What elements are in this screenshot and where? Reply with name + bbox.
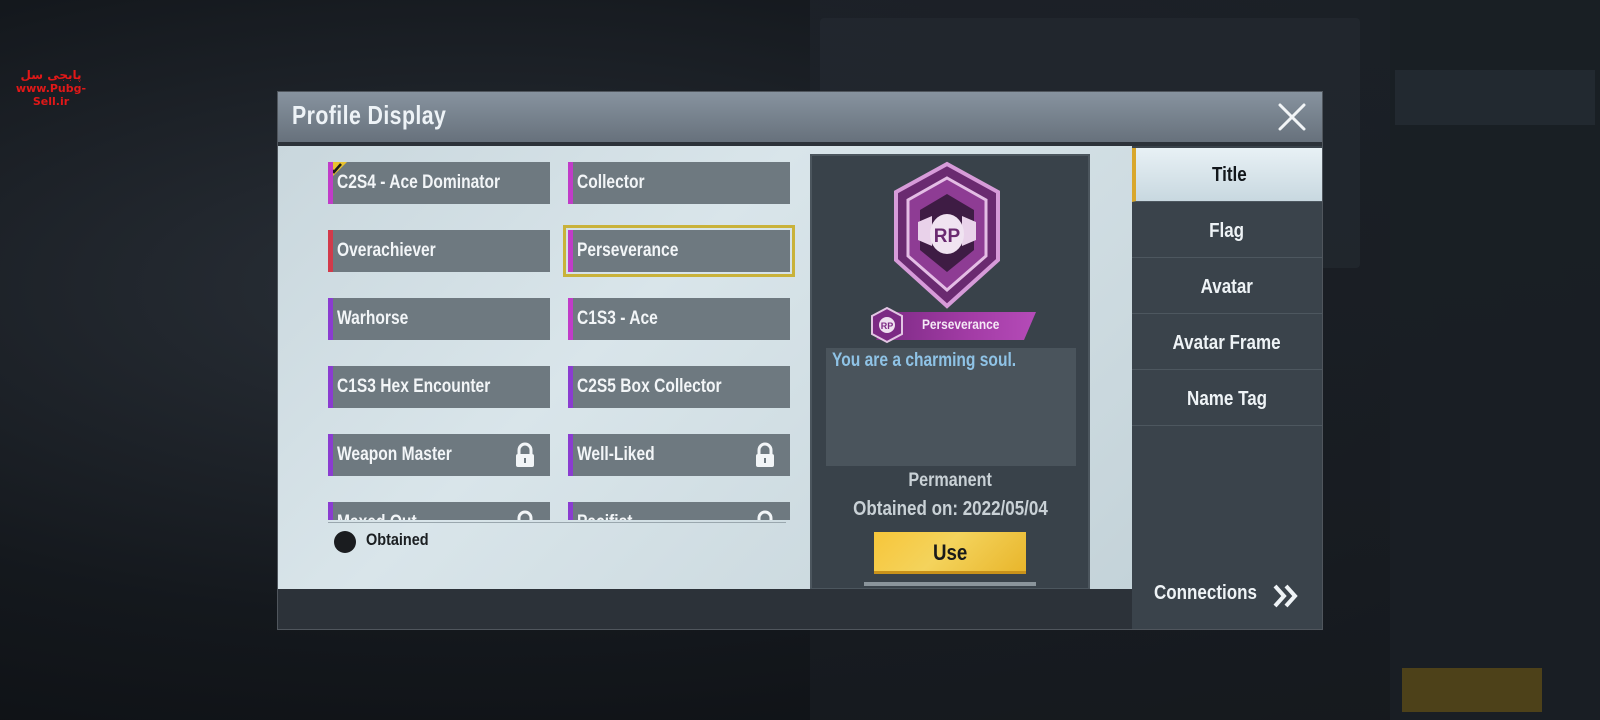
obtained-dot-icon: [334, 531, 356, 553]
profile-display-dialog: Profile Display C2S4 - Ace Dominator Coll…: [278, 92, 1322, 629]
title-item[interactable]: Perseverance: [563, 225, 795, 277]
tab-label: Flag: [1209, 220, 1245, 242]
duration-label: Permanent: [810, 470, 1090, 492]
use-button-label: Use: [932, 540, 968, 565]
tab-name-tag[interactable]: Name Tag: [1132, 372, 1322, 426]
title-item-label: Maxed Out: [337, 502, 417, 520]
lock-icon: [517, 510, 533, 520]
title-item[interactable]: Weapon Master: [328, 434, 550, 476]
title-item-label: Warhorse: [337, 308, 409, 329]
title-item[interactable]: Warhorse: [328, 298, 550, 340]
watermark: پابجی سل www.Pubg-Sell.ir: [2, 68, 100, 108]
title-item-label: Collector: [577, 172, 645, 193]
title-item[interactable]: C2S4 - Ace Dominator: [328, 162, 550, 204]
tab-label: Avatar Frame: [1172, 332, 1282, 354]
close-button[interactable]: [1274, 99, 1310, 135]
rp-badge-icon: RP: [894, 161, 1000, 309]
mini-badge-text: RP: [881, 321, 894, 331]
use-button[interactable]: Use: [874, 532, 1026, 574]
tab-label: Title: [1211, 164, 1247, 186]
tab-title[interactable]: Title: [1132, 148, 1322, 202]
title-item-label: C2S5 Box Collector: [577, 376, 722, 397]
title-item[interactable]: Well-Liked: [568, 434, 790, 476]
dialog-footer: [278, 589, 1132, 629]
title-item[interactable]: C1S3 Hex Encounter: [328, 366, 550, 408]
title-item-label: Well-Liked: [577, 444, 655, 465]
obtained-date: Obtained on: 2022/05/04: [810, 498, 1090, 521]
title-item-label: Weapon Master: [337, 444, 452, 465]
obtained-text: Obtained on: 2022/05/04: [852, 498, 1048, 520]
tab-label: Name Tag: [1186, 388, 1267, 410]
dialog-title: Profile Display: [292, 100, 447, 130]
titles-list[interactable]: C2S4 - Ace Dominator Collector Overachieve…: [328, 158, 798, 520]
title-item-label: Perseverance: [577, 240, 679, 261]
preview-scroll-bar: [864, 582, 1036, 586]
title-item[interactable]: C2S5 Box Collector: [568, 366, 790, 408]
list-divider: [328, 522, 786, 523]
title-item[interactable]: Maxed Out: [328, 502, 550, 520]
watermark-text: پابجی سل: [20, 68, 82, 82]
titles-content: C2S4 - Ace Dominator Collector Overachieve…: [278, 146, 1132, 590]
dialog-header: Profile Display: [278, 92, 1322, 142]
tab-label: Avatar: [1200, 276, 1254, 298]
title-preview-panel: RP RP Perseverance You are a charming so…: [810, 154, 1090, 590]
title-item[interactable]: Overachiever: [328, 230, 550, 272]
connections-label: Connections: [1154, 582, 1257, 604]
lock-icon: [756, 442, 774, 467]
title-item-label: Overachiever: [337, 240, 436, 261]
watermark-url: www.Pubg-Sell.ir: [15, 82, 87, 108]
connections-button[interactable]: Connections: [1136, 580, 1316, 612]
title-item-label: Pacifist: [577, 502, 632, 520]
duration-text: Permanent: [908, 470, 992, 491]
title-item[interactable]: C1S3 - Ace: [568, 298, 790, 340]
title-item-label: C2S4 - Ace Dominator: [337, 172, 501, 193]
category-tabs: Title Flag Avatar Avatar Frame Name Tag: [1132, 146, 1322, 629]
title-item-label: C1S3 - Ace: [577, 308, 658, 329]
title-item[interactable]: Collector: [568, 162, 790, 204]
badge-text: RP: [934, 226, 961, 247]
background-sidebar-item: [1395, 70, 1595, 125]
lock-icon: [516, 442, 534, 467]
mini-rp-badge-icon: RP: [871, 306, 903, 344]
title-item[interactable]: Pacifist: [568, 502, 790, 520]
equipped-check-icon: [333, 162, 347, 176]
double-chevron-right-icon: [1273, 584, 1298, 608]
title-item-label: C1S3 Hex Encounter: [337, 376, 491, 397]
tab-avatar[interactable]: Avatar: [1132, 260, 1322, 314]
close-icon: [1278, 103, 1306, 131]
lock-icon: [757, 510, 773, 520]
background-button: [1402, 668, 1542, 712]
obtained-legend: Obtained: [366, 530, 429, 549]
tab-avatar-frame[interactable]: Avatar Frame: [1132, 316, 1322, 370]
banner-title-name: Perseverance: [922, 316, 1000, 332]
tab-flag[interactable]: Flag: [1132, 204, 1322, 258]
title-description: You are a charming soul.: [832, 350, 1017, 371]
